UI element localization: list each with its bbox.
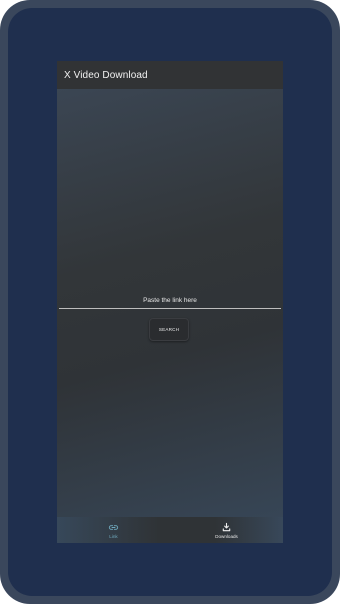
link-icon <box>108 524 119 530</box>
link-field-label: Paste the link here <box>143 297 197 304</box>
nav-label-downloads: Downloads <box>215 533 238 539</box>
app-screen: X Video Download Paste the link here SEA… <box>57 61 283 543</box>
nav-item-link[interactable]: Link <box>57 517 170 543</box>
app-title: X Video Download <box>64 69 148 81</box>
nav-item-downloads[interactable]: Downloads <box>170 517 283 543</box>
link-input[interactable] <box>59 307 281 309</box>
download-icon <box>222 522 231 531</box>
app-bar: X Video Download <box>57 61 283 89</box>
nav-label-link: Link <box>109 533 118 539</box>
bottom-navigation: Link Downloads <box>57 517 283 543</box>
search-button[interactable]: SEARCH <box>149 318 189 341</box>
